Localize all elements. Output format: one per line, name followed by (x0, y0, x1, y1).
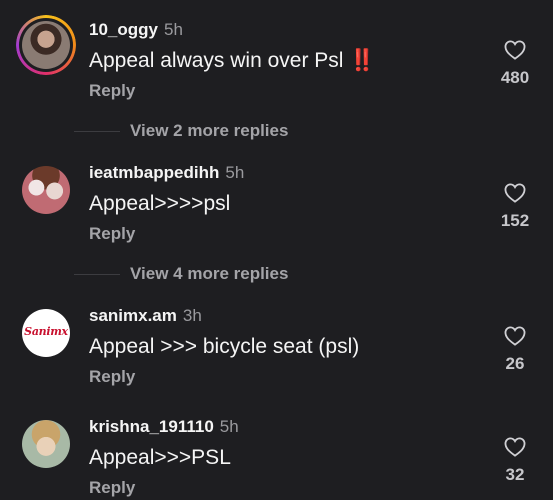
username[interactable]: 10_oggy (89, 20, 158, 39)
comment-text: Appeal>>>>psl (89, 192, 231, 215)
comment-header: sanimx.am 3h (89, 306, 202, 326)
view-more-replies-label[interactable]: View 4 more replies (130, 264, 288, 284)
reply-button[interactable]: Reply (89, 81, 135, 101)
comment-header: ieatmbappedihh 5h (89, 163, 244, 183)
heart-icon (504, 437, 526, 457)
avatar[interactable] (22, 420, 70, 468)
username[interactable]: krishna_191110 (89, 417, 214, 436)
timestamp: 5h (225, 163, 245, 182)
view-more-replies-label[interactable]: View 2 more replies (130, 121, 288, 141)
like-button[interactable]: 32 (495, 437, 535, 485)
avatar[interactable] (22, 166, 70, 214)
comment-text: Appeal >>> bicycle seat (psl) (89, 335, 360, 358)
like-count: 480 (500, 68, 530, 87)
heart-icon (504, 183, 526, 203)
comment-body: Appeal always win over Psl (89, 49, 350, 72)
timestamp: 3h (182, 306, 202, 325)
comment-text: Appeal>>>PSL (89, 446, 231, 469)
timestamp: 5h (163, 20, 183, 39)
like-button[interactable]: 152 (495, 183, 535, 231)
like-count: 32 (505, 465, 525, 484)
avatar[interactable] (16, 15, 76, 75)
comment-text: Appeal always win over Psl ‼️ (89, 48, 375, 74)
heart-icon (504, 326, 526, 346)
double-exclamation-icon: ‼️ (349, 49, 375, 72)
username[interactable]: sanimx.am (89, 306, 177, 325)
reply-button[interactable]: Reply (89, 478, 135, 498)
divider (74, 131, 120, 132)
comment-header: krishna_191110 5h (89, 417, 239, 437)
reply-button[interactable]: Reply (89, 367, 135, 387)
like-count: 26 (505, 354, 525, 373)
avatar-logo-text: Sanimx (24, 325, 68, 338)
heart-icon (504, 40, 526, 60)
like-button[interactable]: 26 (495, 326, 535, 374)
avatar[interactable]: Sanimx (22, 309, 70, 357)
like-count: 152 (500, 211, 530, 230)
divider (74, 274, 120, 275)
comment-header: 10_oggy 5h (89, 20, 183, 40)
like-button[interactable]: 480 (495, 40, 535, 88)
username[interactable]: ieatmbappedihh (89, 163, 219, 182)
reply-button[interactable]: Reply (89, 224, 135, 244)
timestamp: 5h (219, 417, 239, 436)
